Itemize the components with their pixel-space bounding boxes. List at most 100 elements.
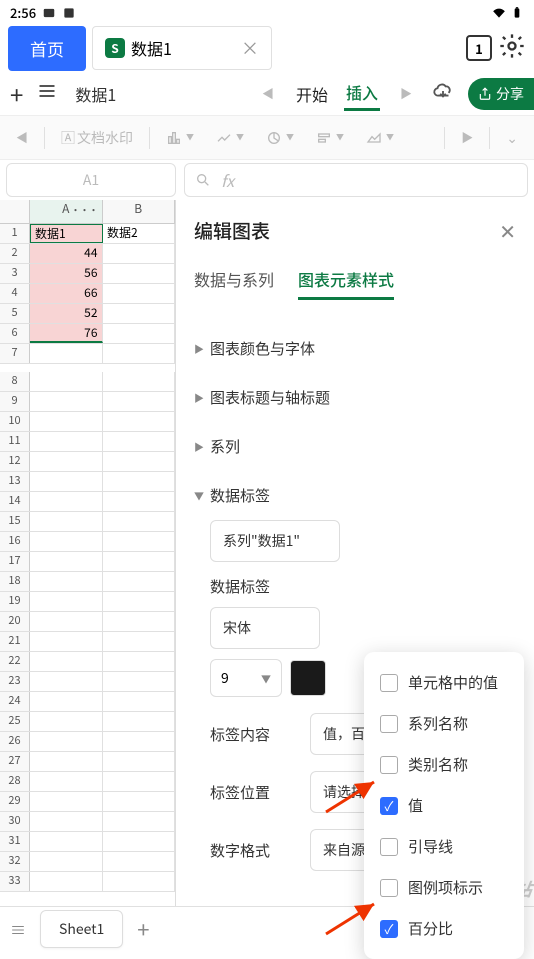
row-header[interactable]: 11 bbox=[0, 432, 30, 451]
row-header[interactable]: 16 bbox=[0, 532, 30, 551]
row-header[interactable]: 13 bbox=[0, 472, 30, 491]
cell[interactable] bbox=[30, 552, 103, 571]
row-header[interactable]: 15 bbox=[0, 512, 30, 531]
chart-tool-4[interactable]: ▼ bbox=[310, 126, 350, 150]
cell[interactable] bbox=[30, 532, 103, 551]
row-header[interactable]: 19 bbox=[0, 592, 30, 611]
section-data-label[interactable]: 数据标签 bbox=[194, 471, 516, 520]
option-category-name[interactable]: 类别名称 bbox=[364, 744, 524, 785]
cell[interactable] bbox=[103, 432, 176, 451]
spreadsheet-grid[interactable]: A••• B 1数据1数据2 244 356 466 552 676 7 8 9… bbox=[0, 200, 176, 940]
cell[interactable] bbox=[30, 572, 103, 591]
cell[interactable] bbox=[103, 652, 176, 671]
option-percentage[interactable]: ✓百分比 bbox=[364, 908, 524, 949]
font-color-picker[interactable] bbox=[290, 660, 326, 696]
cell[interactable] bbox=[103, 612, 176, 631]
row-header[interactable]: 28 bbox=[0, 772, 30, 791]
font-selector[interactable]: 宋体 bbox=[210, 607, 320, 649]
cell[interactable] bbox=[30, 512, 103, 531]
option-value[interactable]: ✓值 bbox=[364, 785, 524, 826]
row-header[interactable]: 22 bbox=[0, 652, 30, 671]
cell[interactable] bbox=[103, 372, 176, 391]
cell[interactable] bbox=[103, 752, 176, 771]
chart-tool-5[interactable]: ▼ bbox=[360, 126, 400, 150]
ribbon-tab-start[interactable]: 开始 bbox=[294, 78, 330, 110]
cell[interactable]: 数据1 bbox=[30, 224, 103, 243]
ribbon-tab-insert[interactable]: 插入 bbox=[344, 76, 380, 111]
cell[interactable] bbox=[103, 872, 176, 891]
cell[interactable] bbox=[103, 512, 176, 531]
cell[interactable] bbox=[30, 612, 103, 631]
menu-icon[interactable] bbox=[37, 81, 57, 106]
col-header-b[interactable]: B bbox=[103, 200, 176, 223]
cell[interactable] bbox=[103, 632, 176, 651]
toolbar-more-icon[interactable]: ⌄ bbox=[500, 124, 524, 152]
cell[interactable] bbox=[30, 832, 103, 851]
cell[interactable]: 44 bbox=[30, 244, 103, 263]
cell[interactable] bbox=[30, 632, 103, 651]
document-tab[interactable]: S 数据1 × bbox=[92, 26, 272, 70]
row-header[interactable]: 30 bbox=[0, 812, 30, 831]
cell[interactable] bbox=[103, 672, 176, 691]
cell[interactable] bbox=[103, 412, 176, 431]
option-leader-line[interactable]: 引导线 bbox=[364, 826, 524, 867]
cell[interactable] bbox=[30, 672, 103, 691]
toolbar-prev-icon[interactable]: ◀ bbox=[10, 129, 34, 146]
watermark-tool[interactable]: 🄰 文档水印 bbox=[55, 124, 139, 152]
panel-tab-style[interactable]: 图表元素样式 bbox=[298, 267, 394, 300]
cell[interactable] bbox=[30, 752, 103, 771]
row-header[interactable]: 5 bbox=[0, 304, 30, 323]
cell[interactable] bbox=[30, 432, 103, 451]
option-legend-key[interactable]: 图例项标示 bbox=[364, 867, 524, 908]
row-header[interactable]: 17 bbox=[0, 552, 30, 571]
cell[interactable] bbox=[30, 812, 103, 831]
row-header[interactable]: 26 bbox=[0, 732, 30, 751]
cell[interactable] bbox=[103, 304, 176, 323]
row-header[interactable]: 29 bbox=[0, 792, 30, 811]
cell[interactable] bbox=[103, 492, 176, 511]
sheet-list-icon[interactable]: ≡ bbox=[10, 917, 26, 941]
row-header[interactable]: 20 bbox=[0, 612, 30, 631]
cell[interactable] bbox=[103, 712, 176, 731]
cell[interactable] bbox=[103, 392, 176, 411]
section-color-font[interactable]: 图表颜色与字体 bbox=[194, 324, 516, 373]
cloud-sync-icon[interactable] bbox=[432, 80, 454, 107]
cell[interactable] bbox=[103, 472, 176, 491]
font-size-selector[interactable]: 9 ▼ bbox=[210, 659, 282, 697]
series-selector[interactable]: 系列"数据1" bbox=[210, 520, 340, 562]
panel-tab-data[interactable]: 数据与系列 bbox=[194, 267, 274, 300]
row-header[interactable]: 21 bbox=[0, 632, 30, 651]
row-header[interactable]: 25 bbox=[0, 712, 30, 731]
cell[interactable]: 52 bbox=[30, 304, 103, 323]
cell[interactable]: 66 bbox=[30, 284, 103, 303]
cell[interactable]: 56 bbox=[30, 264, 103, 283]
section-titles[interactable]: 图表标题与轴标题 bbox=[194, 373, 516, 422]
option-cell-value[interactable]: 单元格中的值 bbox=[364, 662, 524, 703]
cell[interactable] bbox=[103, 692, 176, 711]
row-header[interactable]: 2 bbox=[0, 244, 30, 263]
row-header[interactable]: 7 bbox=[0, 344, 30, 363]
chart-tool-2[interactable]: ▼ bbox=[210, 126, 250, 150]
share-button[interactable]: 分享 bbox=[468, 78, 534, 110]
add-button[interactable]: + bbox=[10, 76, 23, 111]
row-header[interactable]: 12 bbox=[0, 452, 30, 471]
cell[interactable] bbox=[30, 344, 103, 363]
row-header[interactable]: 9 bbox=[0, 392, 30, 411]
ribbon-next-icon[interactable]: ▶ bbox=[394, 85, 418, 102]
cell[interactable] bbox=[103, 792, 176, 811]
cell[interactable] bbox=[30, 772, 103, 791]
chart-tool-1[interactable]: ▼ bbox=[160, 126, 200, 150]
cell[interactable]: 76 bbox=[30, 324, 103, 343]
cell[interactable] bbox=[30, 372, 103, 391]
cell[interactable] bbox=[103, 592, 176, 611]
cell[interactable] bbox=[103, 572, 176, 591]
close-panel-icon[interactable]: ✕ bbox=[499, 216, 516, 245]
row-header[interactable]: 6 bbox=[0, 324, 30, 343]
row-header[interactable]: 14 bbox=[0, 492, 30, 511]
select-all-corner[interactable] bbox=[0, 200, 30, 223]
cell[interactable] bbox=[30, 412, 103, 431]
cell-reference-box[interactable]: A1 bbox=[6, 163, 176, 197]
cell[interactable] bbox=[30, 852, 103, 871]
cell[interactable] bbox=[30, 652, 103, 671]
cell[interactable] bbox=[103, 852, 176, 871]
